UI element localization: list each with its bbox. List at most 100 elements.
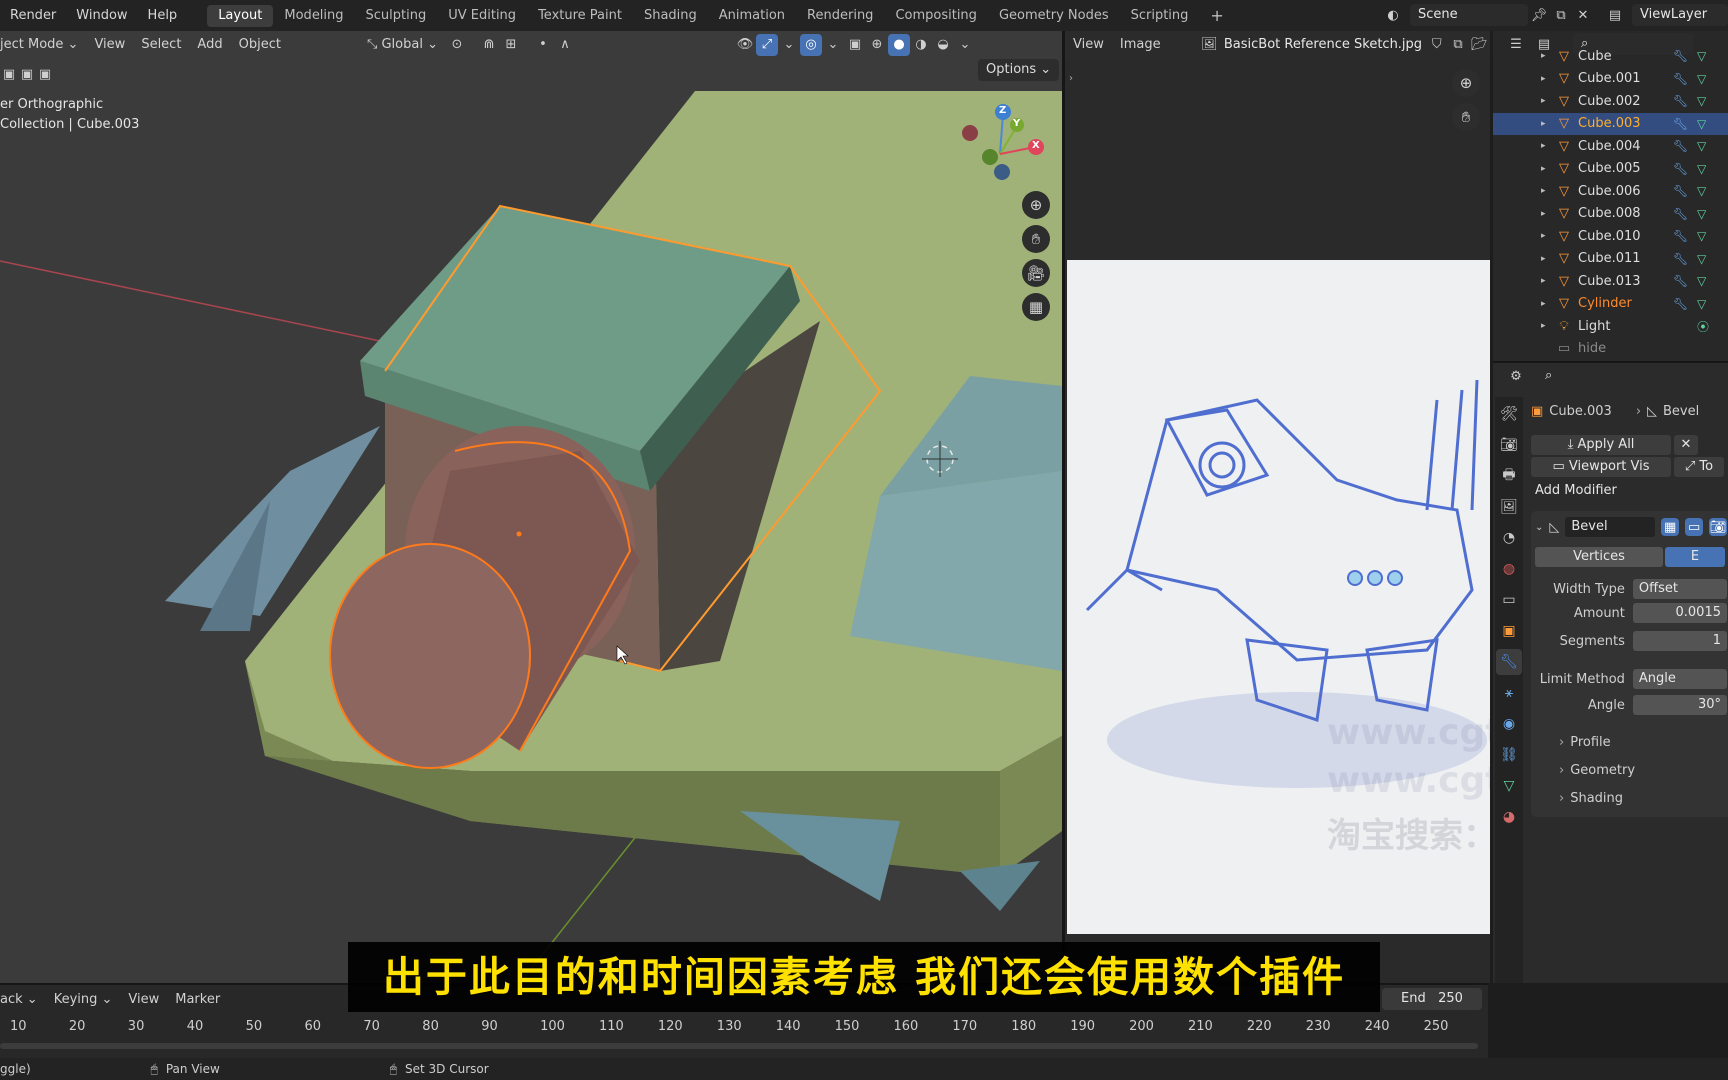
fake-user-icon[interactable]: ⛉ [1426,34,1447,56]
mesh-data-icon[interactable]: ▽ [1697,94,1706,108]
options-button[interactable]: Options ⌄ [978,59,1060,81]
outliner-item-hide[interactable]: ▭ hide [1493,338,1728,361]
menu-view[interactable]: View [86,31,133,58]
expand-arrow-icon[interactable]: ▸ [1541,164,1555,174]
rendered-shading-icon[interactable]: ◒ [932,34,954,56]
gizmo-dropdown-icon[interactable]: ⌄ [778,34,800,56]
visibility-icon[interactable]: 👁︎ [734,34,756,56]
outliner-item-cube-001[interactable]: ▸ ▽ Cube.001 🔧︎ ▽ [1493,68,1728,91]
outliner-item-cube-002[interactable]: ▸ ▽ Cube.002 🔧︎ ▽ [1493,90,1728,113]
snap-icon[interactable]: ⋒ [478,34,500,56]
properties-editor-type-icon[interactable]: ⚙︎ [1505,365,1527,387]
constraints-tab-icon[interactable]: ⛓︎ [1496,742,1522,768]
tab-animation[interactable]: Animation [708,5,796,27]
camera-view-icon[interactable]: 🎥︎ [1022,259,1050,287]
affect-edges-tab[interactable]: E [1665,547,1725,567]
data-tab-icon[interactable]: ▽ [1496,773,1522,799]
expand-arrow-icon[interactable]: ▸ [1541,51,1555,61]
view-layer-tab-icon[interactable]: 🖼︎ [1496,494,1522,520]
expand-arrow-icon[interactable]: ▸ [1541,321,1555,331]
tool-tab-icon[interactable]: 🛠︎ [1496,401,1522,427]
modifier-name-field[interactable]: Bevel [1565,517,1656,537]
collection-tab-icon[interactable]: ▭ [1496,587,1522,613]
ortho-grid-icon[interactable]: ▦ [1022,293,1050,321]
view-layer-field[interactable]: ViewLayer [1632,4,1728,26]
outliner-item-cube-006[interactable]: ▸ ▽ Cube.006 🔧︎ ▽ [1493,180,1728,203]
mesh-data-icon[interactable]: ▽ [1697,252,1706,266]
view-layer-icon[interactable]: ▤ [1604,4,1626,26]
modifier-wrench-icon[interactable]: 🔧︎ [1673,72,1688,86]
output-tab-icon[interactable]: 🖶︎ [1496,463,1522,489]
expand-arrow-icon[interactable]: ▸ [1541,254,1555,264]
mesh-data-icon[interactable]: ▽ [1697,117,1706,131]
pin-icon[interactable]: 📌︎ [1528,4,1550,26]
modifier-wrench-icon[interactable]: 🔧︎ [1673,207,1688,221]
apply-all-button[interactable]: ⤓ Apply All [1531,435,1671,455]
tab-uv-editing[interactable]: UV Editing [437,5,527,27]
solid-shading-icon[interactable]: ● [888,33,910,56]
pivot-icon[interactable]: ⊙ [446,34,468,56]
tab-sculpting[interactable]: Sculpting [355,5,438,27]
image-name-field[interactable]: BasicBot Reference Sketch.jpg [1220,31,1426,58]
tab-compositing[interactable]: Compositing [884,5,988,27]
remove-all-icon[interactable]: ✕ [1674,435,1698,455]
menu-window[interactable]: Window [66,0,137,31]
physics-tab-icon[interactable]: ◉ [1496,711,1522,737]
editmode-toggle-icon[interactable]: ▦ [1661,518,1680,536]
open-image-icon[interactable]: 📂︎ [1469,34,1490,56]
modifier-wrench-icon[interactable]: 🔧︎ [1673,49,1688,63]
modifier-tab-icon[interactable]: 🔧︎ [1496,649,1522,675]
modifier-wrench-icon[interactable]: 🔧︎ [1673,94,1688,108]
toggle-button[interactable]: ⤢ To [1674,457,1724,477]
mesh-data-icon[interactable]: ▽ [1697,297,1706,311]
mesh-data-icon[interactable]: ▽ [1697,274,1706,288]
mesh-data-icon[interactable]: ▽ [1697,207,1706,221]
scene-name-field[interactable]: Scene [1410,4,1528,26]
mode-selector[interactable]: ject Mode ⌄ [0,31,86,58]
orientation-selector[interactable]: ⤡ Global ⌄ [359,31,446,58]
gizmo-toggle-icon[interactable]: ⤢ [756,33,778,56]
tab-modeling[interactable]: Modeling [273,5,354,27]
wireframe-shading-icon[interactable]: ⊕ [866,34,888,56]
render-tab-icon[interactable]: 📷︎ [1496,432,1522,458]
delete-scene-icon[interactable]: ✕ [1572,4,1594,26]
outliner-item-cube-005[interactable]: ▸ ▽ Cube.005 🔧︎ ▽ [1493,158,1728,181]
modifier-wrench-icon[interactable]: 🔧︎ [1673,139,1688,153]
outliner-item-cube-011[interactable]: ▸ ▽ Cube.011 🔧︎ ▽ [1493,248,1728,271]
scene-icon[interactable]: ◐ [1382,4,1404,26]
image-browse-icon[interactable]: 🖼︎ [1199,34,1220,56]
menu-render[interactable]: Render [0,0,66,31]
material-tab-icon[interactable]: ◕ [1496,804,1522,830]
xray-icon[interactable]: ▣ [844,34,866,56]
outliner-item-cube-004[interactable]: ▸ ▽ Cube.004 🔧︎ ▽ [1493,135,1728,158]
field-value-width-type[interactable]: Offset [1632,579,1727,599]
collapse-icon[interactable]: ⌄ [1535,522,1543,533]
image-zoom-icon[interactable]: ⊕ [1452,69,1480,97]
field-value-segments[interactable]: 1 [1632,631,1727,651]
expand-arrow-icon[interactable]: ▸ [1541,74,1555,84]
image-pan-icon[interactable]: ✋︎ [1452,103,1480,131]
panel-geometry[interactable]: › Geometry [1535,759,1727,781]
scene-tab-icon[interactable]: ◔ [1496,525,1522,551]
mesh-data-icon[interactable]: ▽ [1697,162,1706,176]
pan-hand-icon[interactable]: ✋︎ [1022,225,1050,253]
sidebar-toggle-icon[interactable]: › [1069,73,1073,84]
material-shading-icon[interactable]: ◑ [910,34,932,56]
overlay-dropdown-icon[interactable]: ⌄ [822,34,844,56]
frame-end-field[interactable]: End 250 [1382,988,1482,1010]
menu-add[interactable]: Add [189,31,230,58]
modifier-wrench-icon[interactable]: 🔧︎ [1673,274,1688,288]
outliner-item-cube[interactable]: ▸ ▽ Cube 🔧︎ ▽ [1493,45,1728,68]
mesh-data-icon[interactable]: ▽ [1697,49,1706,63]
expand-arrow-icon[interactable]: ▸ [1541,299,1555,309]
outliner-item-cube-003[interactable]: ▸ ▽ Cube.003 🔧︎ ▽ [1493,112,1728,135]
tab-texture-paint[interactable]: Texture Paint [527,5,633,27]
outliner-item-cylinder[interactable]: ▸ ▽ Cylinder 🔧︎ ▽ [1493,293,1728,316]
field-value-limit-method[interactable]: Angle [1632,669,1727,689]
overlay-toggle-icon[interactable]: ◎ [800,33,822,56]
timeline-scrollbar[interactable] [0,1043,1478,1049]
mesh-data-icon[interactable]: ▽ [1697,229,1706,243]
new-scene-icon[interactable]: ⧉ [1550,4,1572,26]
new-image-icon[interactable]: ⧉ [1447,34,1468,56]
add-workspace-icon[interactable]: + [1199,5,1234,27]
